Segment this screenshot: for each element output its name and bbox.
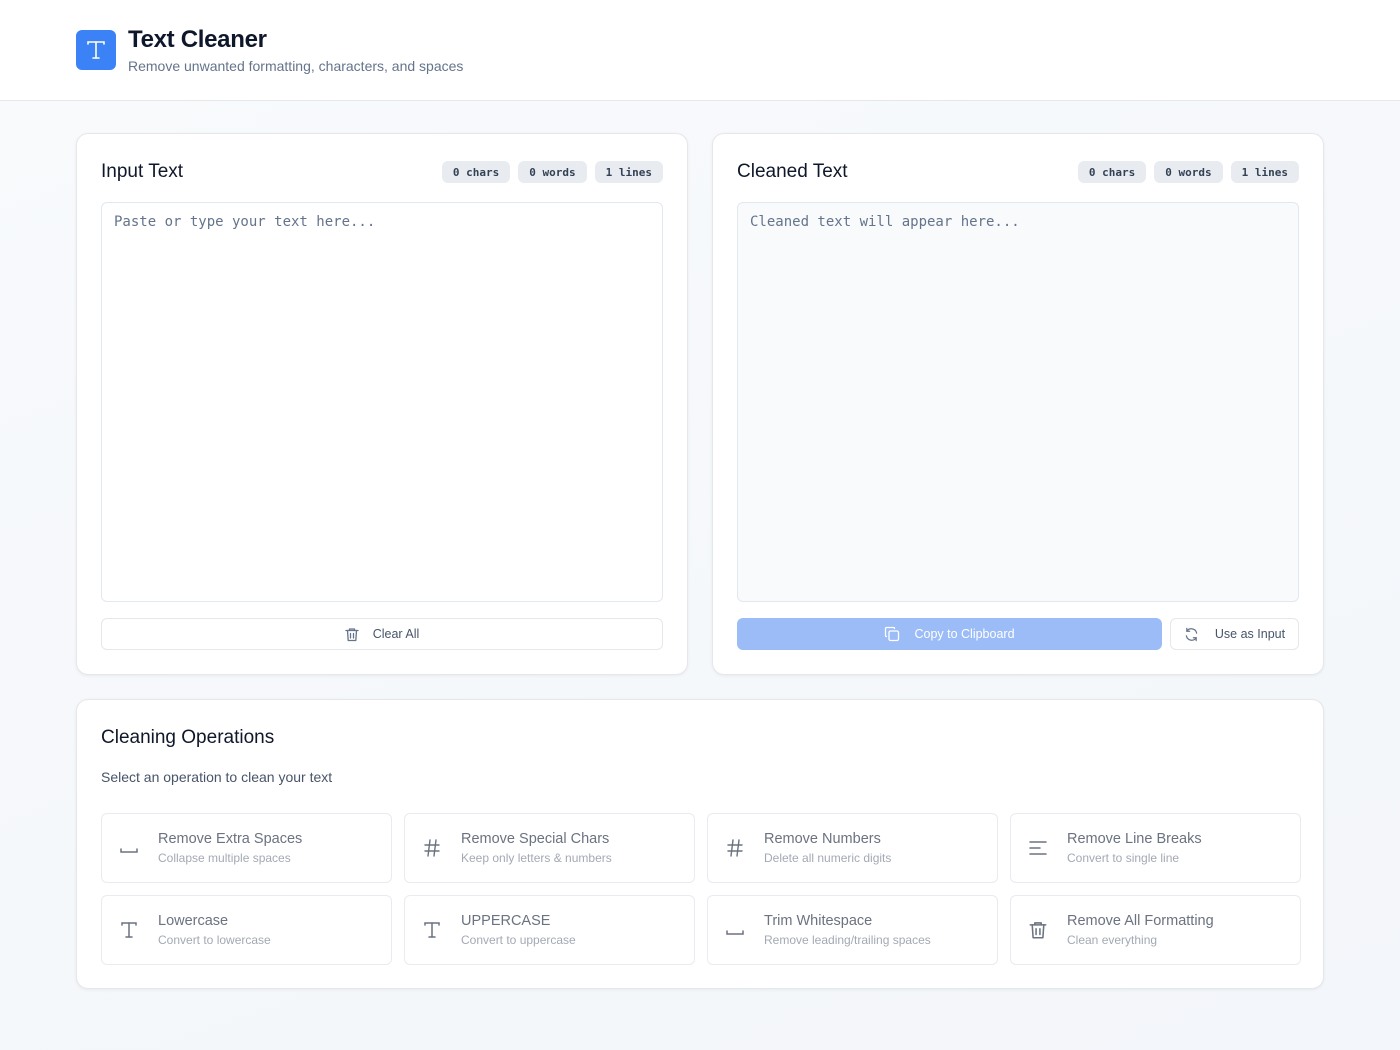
copy-icon <box>885 626 900 642</box>
op-desc: Remove leading/trailing spaces <box>764 933 931 947</box>
op-remove-all-formatting[interactable]: Remove All Formatting Clean everything <box>1010 895 1301 965</box>
op-trim-whitespace[interactable]: Trim Whitespace Remove leading/trailing … <box>707 895 998 965</box>
input-stats: 0 chars 0 words 1 lines <box>441 161 663 183</box>
output-line-count: 1 lines <box>1230 161 1299 183</box>
input-word-count: 0 words <box>518 161 587 183</box>
align-left-icon <box>1027 837 1049 859</box>
op-name: Trim Whitespace <box>764 913 873 929</box>
op-remove-numbers[interactable]: Remove Numbers Delete all numeric digits <box>707 813 998 883</box>
input-panel: Input Text 0 chars 0 words 1 lines Clear… <box>76 133 688 675</box>
input-char-count: 0 chars <box>441 161 511 183</box>
input-line-count: 1 lines <box>594 161 663 183</box>
output-char-count: 0 chars <box>1077 161 1147 183</box>
op-name: Remove Special Chars <box>461 831 610 847</box>
op-desc: Convert to lowercase <box>158 933 271 947</box>
op-remove-special-chars[interactable]: Remove Special Chars Keep only letters &… <box>404 813 695 883</box>
operations-title: Cleaning Operations <box>101 727 275 748</box>
clear-all-button[interactable]: Clear All <box>101 618 663 650</box>
op-name: Lowercase <box>158 913 229 929</box>
op-name: Remove Line Breaks <box>1067 831 1202 847</box>
clear-all-label: Clear All <box>372 627 420 641</box>
op-desc: Convert to single line <box>1067 851 1180 865</box>
hash-icon <box>724 837 746 859</box>
operations-description: Select an operation to clean your text <box>101 769 333 785</box>
trash-icon <box>345 627 359 641</box>
type-icon <box>421 919 443 941</box>
text-t-icon <box>87 41 105 59</box>
type-icon <box>118 919 140 941</box>
trash-icon <box>1027 919 1049 941</box>
output-stats: 0 chars 0 words 1 lines <box>1077 161 1299 183</box>
input-textarea[interactable] <box>101 202 663 602</box>
op-lowercase[interactable]: Lowercase Convert to lowercase <box>101 895 392 965</box>
output-panel: Cleaned Text 0 chars 0 words 1 lines Cop… <box>712 133 1324 675</box>
op-name: Remove Extra Spaces <box>158 831 303 847</box>
app-title: Text Cleaner <box>128 26 267 53</box>
op-desc: Keep only letters & numbers <box>461 851 612 865</box>
op-desc: Clean everything <box>1067 933 1158 947</box>
space-icon <box>724 919 746 941</box>
hash-icon <box>421 837 443 859</box>
app-header: Text Cleaner Remove unwanted formatting,… <box>0 0 1400 101</box>
op-desc: Collapse multiple spaces <box>158 851 291 865</box>
op-remove-extra-spaces[interactable]: Remove Extra Spaces Collapse multiple sp… <box>101 813 392 883</box>
op-uppercase[interactable]: UPPERCASE Convert to uppercase <box>404 895 695 965</box>
app-logo <box>76 30 116 70</box>
app-subtitle: Remove unwanted formatting, characters, … <box>128 58 464 74</box>
cleaning-operations-panel: Cleaning Operations Select an operation … <box>76 699 1324 989</box>
output-textarea[interactable] <box>737 202 1299 602</box>
op-name: UPPERCASE <box>461 913 551 929</box>
use-as-input-button[interactable]: Use as Input <box>1170 618 1299 650</box>
op-remove-line-breaks[interactable]: Remove Line Breaks Convert to single lin… <box>1010 813 1301 883</box>
space-icon <box>118 837 140 859</box>
op-name: Remove Numbers <box>764 831 881 847</box>
use-as-input-label: Use as Input <box>1214 627 1286 641</box>
copy-to-clipboard-label: Copy to Clipboard <box>914 627 1015 641</box>
input-panel-title: Input Text <box>101 161 184 182</box>
op-desc: Convert to uppercase <box>461 933 576 947</box>
op-desc: Delete all numeric digits <box>764 851 892 865</box>
op-name: Remove All Formatting <box>1067 913 1214 929</box>
copy-to-clipboard-button[interactable]: Copy to Clipboard <box>737 618 1162 650</box>
refresh-icon <box>1185 627 1198 641</box>
output-word-count: 0 words <box>1154 161 1223 183</box>
output-panel-title: Cleaned Text <box>737 161 848 182</box>
